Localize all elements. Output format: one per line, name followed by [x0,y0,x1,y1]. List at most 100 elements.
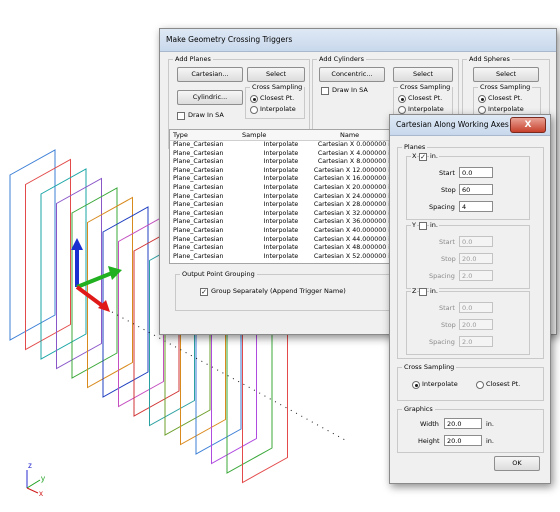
header-sample[interactable]: Sample [242,131,266,139]
z-spacing-input[interactable]: 2.0 [459,336,493,347]
y-spacing-label: Spacing [429,272,455,280]
z-spacing-label: Spacing [429,338,455,346]
cylinders-closest-pt-radio[interactable] [398,95,406,103]
spheres-closest-pt-label: Closest Pt. [488,94,523,102]
type-cell: Plane_Cartesian [173,149,224,157]
type-cell: Plane_Cartesian [173,192,224,200]
group-separately-checkbox[interactable]: ✓ [200,288,208,296]
y-start-input[interactable]: 0.0 [459,236,493,247]
y-spacing-input[interactable]: 2.0 [459,270,493,281]
planes-closest-pt-label: Closest Pt. [260,94,295,102]
planes-cross-sampling-group: Cross Sampling Closest Pt. Interpolate [245,83,305,119]
axes-interpolate-radio[interactable] [412,381,420,389]
ok-button[interactable]: OK [494,456,540,471]
table-row[interactable]: Plane_Cartesian Interpolate Cartesian X 0.… [170,141,400,150]
table-header: Type Sample Name [170,130,400,141]
triggers-table[interactable]: Type Sample Name Plane_Cartesian Interpol… [169,129,401,264]
graphics-label: Graphics [402,405,435,413]
graphics-group: Graphics Width 20.0 in. Height 20.0 in. [397,405,544,453]
z-start-input[interactable]: 0.0 [459,302,493,313]
x-spacing-input[interactable]: 4 [459,201,493,212]
name-cell: Cartesian X 28.000000 in. [313,201,396,209]
axes-dialog-titlebar[interactable]: Cartesian Along Working Axes X [390,115,550,136]
z-stop-label: Stop [441,321,456,329]
name-cell: Cartesian X 48.000000 in. [313,244,396,252]
planes-label: Planes [402,143,428,151]
planes-closest-pt-radio[interactable] [250,95,258,103]
x-axis-checkbox[interactable]: ✓ [419,153,427,161]
concentric-button[interactable]: Concentric... [319,67,385,82]
y-stop-input[interactable]: 20.0 [459,253,493,264]
name-cell: Cartesian X 16.000000 in. [313,175,396,183]
table-row[interactable]: Plane_Cartesian Interpolate Cartesian X 16… [170,175,400,184]
table-row[interactable]: Plane_Cartesian Interpolate Cartesian X 24… [170,193,400,202]
y-axis-checkbox[interactable] [419,222,427,230]
name-cell: Cartesian X 8.000000 in. [317,158,396,166]
planes-select-button[interactable]: Select [247,67,305,82]
table-row[interactable]: Plane_Cartesian Interpolate Cartesian X 4.… [170,150,400,159]
y-axis-letter: Y [411,221,417,229]
width-input[interactable]: 20.0 [444,418,482,429]
header-type[interactable]: Type [173,131,188,139]
type-cell: Plane_Cartesian [173,184,224,191]
table-row[interactable]: Plane_Cartesian Interpolate Cartesian X 8.… [170,158,400,167]
table-row[interactable]: Plane_Cartesian Interpolate Cartesian X 44… [170,236,400,245]
group-separately-label: Group Separately (Append Trigger Name) [211,287,346,295]
table-row[interactable]: Plane_Cartesian Interpolate Cartesian X 48… [170,244,400,253]
output-point-grouping-group: Output Point Grouping ✓ Group Separately… [175,270,392,311]
x-unit-label: in. [429,152,439,160]
table-row[interactable]: Plane_Cartesian Interpolate Cartesian X 52… [170,253,400,262]
name-cell: Cartesian X 4.000000 in. [317,149,396,157]
name-cell: Cartesian X 24.000000 in. [313,192,396,200]
type-cell: Plane_Cartesian [173,175,224,183]
cartesian-button[interactable]: Cartesian... [177,67,243,82]
y-unit-label: in. [429,221,439,229]
planes-draw-in-sa-label: Draw In SA [188,111,224,119]
name-cell: Cartesian X 40.000000 in. [313,227,396,234]
table-row[interactable]: Plane_Cartesian Interpolate Cartesian X 28… [170,201,400,210]
header-name[interactable]: Name [340,131,359,139]
planes-interpolate-radio[interactable] [250,106,258,114]
z-stop-input[interactable]: 20.0 [459,319,493,330]
cylinders-select-button[interactable]: Select [393,67,453,82]
plane-outline [40,168,87,360]
type-cell: Plane_Cartesian [173,201,224,209]
axes-closest-pt-radio[interactable] [476,381,484,389]
triad-x-label: x [39,489,43,498]
spheres-select-button[interactable]: Select [473,67,539,82]
name-cell: Cartesian X 12.000000 in. [313,166,396,174]
x-spacing-label: Spacing [429,203,455,211]
cylinders-interpolate-radio[interactable] [398,106,406,114]
axes-cross-sampling-group: Cross Sampling Interpolate Closest Pt. [397,363,544,401]
cylindric-button[interactable]: Cylindric... [177,90,243,105]
type-cell: Plane_Cartesian [173,244,224,252]
y-axis-group: Y in. Start 0.0 Stop 20.0 Spacing 2.0 [406,221,530,289]
x-start-input[interactable]: 0.0 [459,167,493,178]
table-row[interactable]: Plane_Cartesian Interpolate Cartesian X 12… [170,167,400,176]
axes-closest-pt-label: Closest Pt. [486,380,521,388]
output-point-grouping-label: Output Point Grouping [180,270,257,278]
height-unit-label: in. [486,437,494,445]
cylinders-draw-in-sa-checkbox[interactable] [321,87,329,95]
spheres-closest-pt-radio[interactable] [478,95,486,103]
spheres-cross-sampling-label: Cross Sampling [478,83,533,91]
spheres-interpolate-radio[interactable] [478,106,486,114]
table-row[interactable]: Plane_Cartesian Interpolate Cartesian X 20… [170,184,400,193]
cylinders-cross-sampling-label: Cross Sampling [398,83,453,91]
height-input[interactable]: 20.0 [444,435,482,446]
z-axis-group: Z in. Start 0.0 Stop 20.0 Spacing 2.0 [406,287,530,355]
table-row[interactable]: Plane_Cartesian Interpolate Cartesian X 36… [170,218,400,227]
z-axis-checkbox[interactable] [419,288,427,296]
close-icon[interactable]: X [510,117,546,133]
main-dialog-titlebar[interactable]: Make Geometry Crossing Triggers [160,29,556,52]
name-cell: Cartesian X 44.000000 in. [313,235,396,243]
triad-z-label: z [28,461,32,470]
plane-outline [9,149,56,341]
planes-draw-in-sa-checkbox[interactable] [177,112,185,120]
planes-group: Planes X ✓ in. Start 0.0 Stop 60 Spacing… [397,143,544,359]
name-cell: Cartesian X 20.000000 in. [313,184,396,191]
table-row[interactable]: Plane_Cartesian Interpolate Cartesian X 32… [170,210,400,219]
x-stop-input[interactable]: 60 [459,184,493,195]
name-cell: Cartesian X 52.000000 in. [313,252,396,260]
table-row[interactable]: Plane_Cartesian Interpolate Cartesian X 40… [170,227,400,236]
